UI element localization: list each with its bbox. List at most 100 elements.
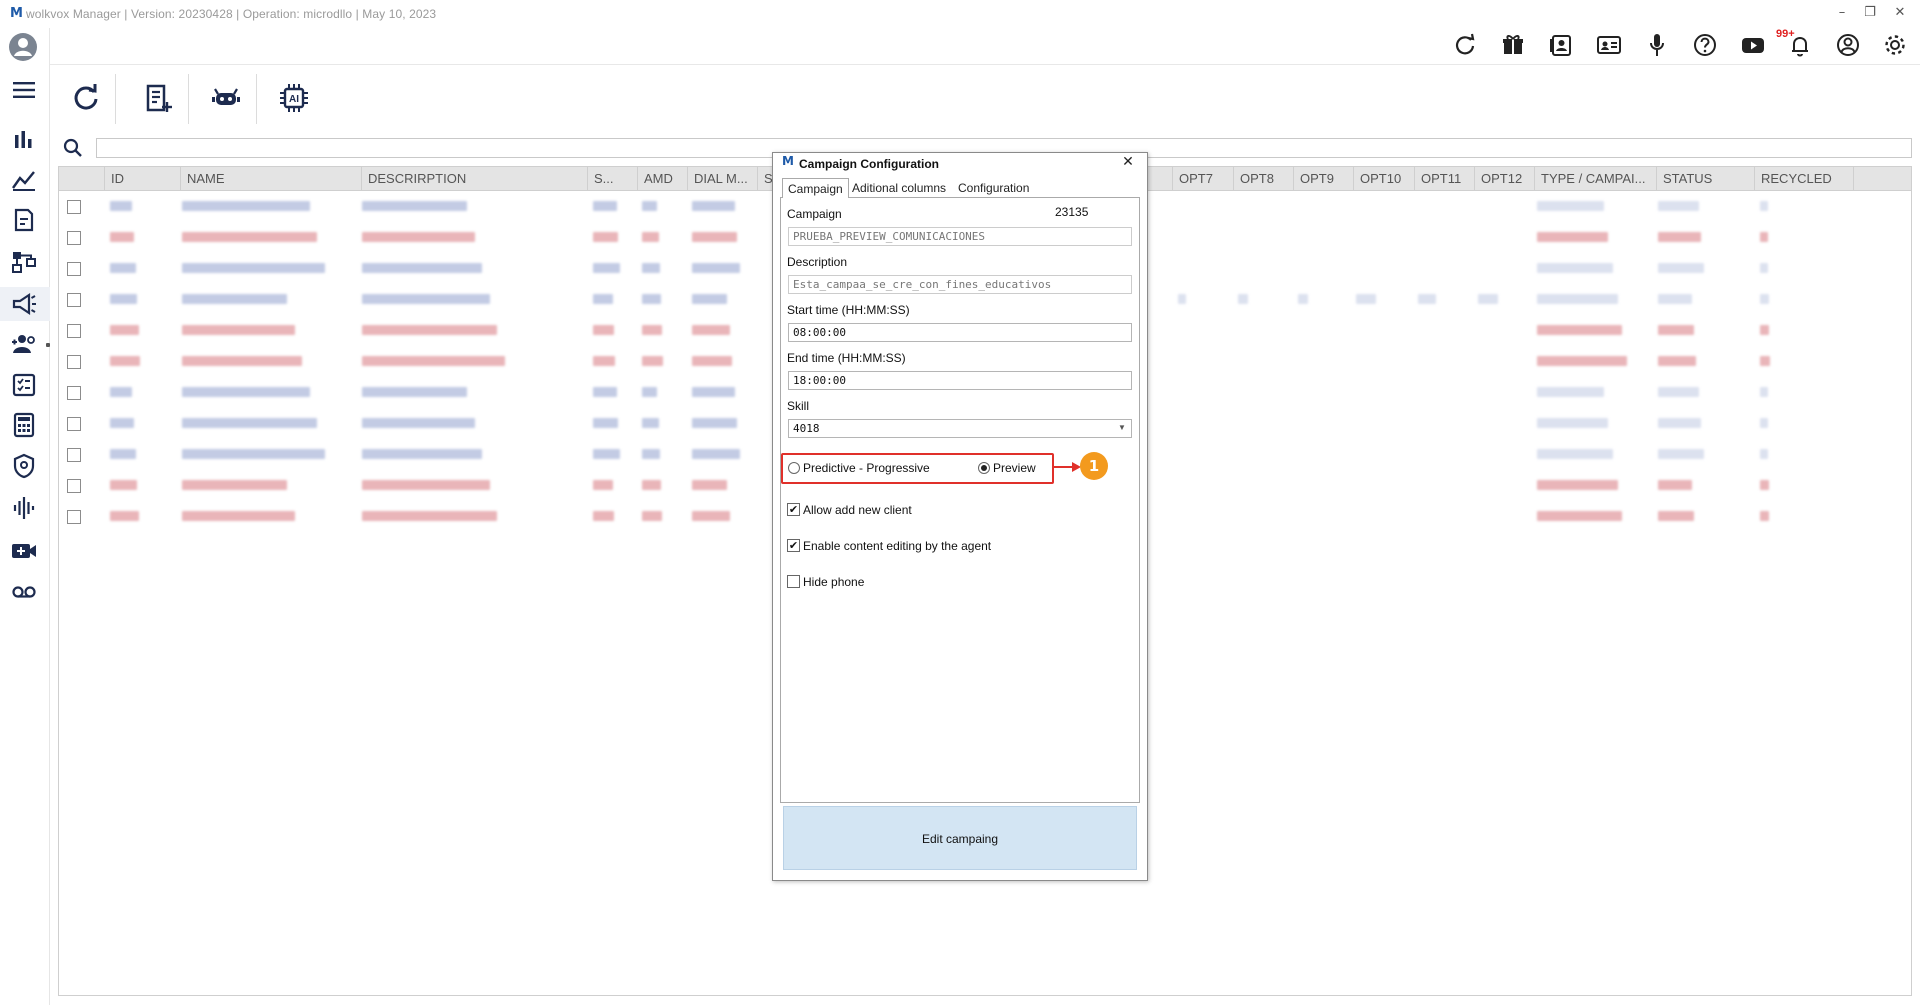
- row-checkbox[interactable]: [67, 510, 81, 524]
- restore-button[interactable]: ❐: [1860, 4, 1880, 22]
- column-header-opt7[interactable]: OPT7: [1172, 167, 1233, 191]
- search-icon[interactable]: [62, 137, 84, 159]
- redacted-cell: [1658, 263, 1704, 273]
- redacted-cell: [1537, 418, 1608, 428]
- gear-icon[interactable]: [1880, 30, 1910, 60]
- enable-editing-checkbox[interactable]: ✔: [787, 539, 800, 552]
- description-label: Description: [787, 255, 848, 269]
- hide-phone-label[interactable]: Hide phone: [803, 575, 864, 589]
- column-header-recycled[interactable]: RECYCLED: [1754, 167, 1854, 191]
- chevron-down-icon[interactable]: ▼: [1118, 423, 1126, 432]
- user-circle-icon[interactable]: [1833, 30, 1863, 60]
- row-checkbox[interactable]: [67, 324, 81, 338]
- microphone-icon[interactable]: [1642, 30, 1672, 60]
- column-header-opt10[interactable]: OPT10: [1353, 167, 1414, 191]
- row-checkbox[interactable]: [67, 417, 81, 431]
- redacted-cell: [110, 418, 134, 428]
- dialog-close-button[interactable]: ✕: [1120, 154, 1136, 170]
- refresh-button[interactable]: [68, 80, 104, 116]
- redacted-cell: [182, 511, 295, 521]
- voicemail-icon[interactable]: [10, 577, 38, 605]
- shield-icon[interactable]: [10, 452, 38, 480]
- allow-new-client-checkbox[interactable]: ✔: [787, 503, 800, 516]
- row-checkbox[interactable]: [67, 386, 81, 400]
- calculator-icon[interactable]: [10, 411, 38, 439]
- campaign-name-field[interactable]: PRUEBA_PREVIEW_COMUNICACIONES: [788, 227, 1132, 246]
- column-header-opt11[interactable]: OPT11: [1414, 167, 1474, 191]
- redacted-cell: [642, 387, 657, 397]
- tab-campaign[interactable]: Campaign: [782, 178, 849, 198]
- redacted-cell: [1238, 294, 1248, 304]
- audio-wave-icon[interactable]: [10, 494, 38, 522]
- help-icon[interactable]: [1690, 30, 1720, 60]
- redacted-cell: [642, 325, 662, 335]
- checklist-icon[interactable]: [10, 371, 38, 399]
- users-icon[interactable]: [10, 330, 38, 358]
- line-chart-icon[interactable]: [10, 166, 38, 194]
- column-header-type-campaign[interactable]: TYPE / CAMPAI...: [1534, 167, 1656, 191]
- gift-icon[interactable]: [1498, 30, 1528, 60]
- column-header-opt9[interactable]: OPT9: [1293, 167, 1353, 191]
- redacted-cell: [110, 263, 136, 273]
- redacted-cell: [110, 294, 137, 304]
- column-header-opt8[interactable]: OPT8: [1233, 167, 1293, 191]
- video-add-icon[interactable]: [10, 537, 38, 565]
- contacts-book-icon[interactable]: [1546, 30, 1576, 60]
- hide-phone-checkbox[interactable]: [787, 575, 800, 588]
- redacted-cell: [642, 418, 659, 428]
- redacted-cell: [642, 356, 663, 366]
- redacted-cell: [1537, 263, 1613, 273]
- row-checkbox[interactable]: [67, 200, 81, 214]
- row-checkbox[interactable]: [67, 262, 81, 276]
- avatar[interactable]: [8, 32, 38, 62]
- bot-button[interactable]: [208, 80, 244, 116]
- column-header-status[interactable]: STATUS: [1656, 167, 1754, 191]
- bar-chart-icon[interactable]: [10, 126, 38, 154]
- toolbar-separator: [256, 74, 257, 124]
- row-checkbox[interactable]: [67, 293, 81, 307]
- allow-new-client-label[interactable]: Allow add new client: [803, 503, 912, 517]
- column-header-id[interactable]: ID: [104, 167, 180, 191]
- radio-predictive-progressive[interactable]: [788, 462, 800, 474]
- end-time-field[interactable]: 18:00:00: [788, 371, 1132, 390]
- flow-icon[interactable]: [10, 248, 38, 276]
- refresh-icon[interactable]: [1450, 30, 1480, 60]
- row-checkbox[interactable]: [67, 355, 81, 369]
- add-list-button[interactable]: [140, 80, 176, 116]
- column-header-opt12[interactable]: OPT12: [1474, 167, 1534, 191]
- report-icon[interactable]: [10, 206, 38, 234]
- campaign-id: 23135: [1055, 205, 1089, 219]
- edit-campaign-button[interactable]: Edit campaing: [783, 806, 1137, 870]
- redacted-cell: [692, 201, 735, 211]
- column-header-s[interactable]: S...: [587, 167, 637, 191]
- id-card-icon[interactable]: [1594, 30, 1624, 60]
- preview-label[interactable]: Preview: [993, 461, 1036, 475]
- check-mark-icon: ✔: [788, 503, 799, 516]
- row-checkbox[interactable]: [67, 231, 81, 245]
- redacted-cell: [182, 356, 302, 366]
- column-header-description[interactable]: DESCRIRPTION: [361, 167, 587, 191]
- predictive-progressive-label[interactable]: Predictive - Progressive: [803, 461, 930, 475]
- redacted-cell: [182, 418, 317, 428]
- skill-select[interactable]: 4018: [788, 419, 1132, 438]
- column-header-amd[interactable]: AMD: [637, 167, 687, 191]
- start-time-field[interactable]: 08:00:00: [788, 323, 1132, 342]
- minimize-button[interactable]: –: [1832, 4, 1852, 22]
- row-checkbox[interactable]: [67, 448, 81, 462]
- column-header-name[interactable]: NAME: [180, 167, 361, 191]
- enable-editing-label[interactable]: Enable content editing by the agent: [803, 539, 991, 553]
- column-header-dial-mode[interactable]: DIAL M...: [687, 167, 757, 191]
- redacted-cell: [593, 263, 620, 273]
- redacted-cell: [182, 480, 287, 490]
- row-checkbox[interactable]: [67, 479, 81, 493]
- close-button[interactable]: ✕: [1890, 4, 1910, 22]
- ai-chip-button[interactable]: AI: [276, 80, 312, 116]
- column-header-s2[interactable]: S: [757, 167, 772, 191]
- menu-icon[interactable]: [10, 76, 38, 104]
- description-field[interactable]: Esta_campaa_se_cre_con_fines_educativos: [788, 275, 1132, 294]
- redacted-cell: [1760, 325, 1769, 335]
- tab-aditional-columns[interactable]: Aditional columns: [847, 178, 951, 198]
- youtube-icon[interactable]: [1738, 30, 1768, 60]
- megaphone-icon[interactable]: [10, 290, 38, 318]
- tab-configuration[interactable]: Configuration: [953, 178, 1034, 198]
